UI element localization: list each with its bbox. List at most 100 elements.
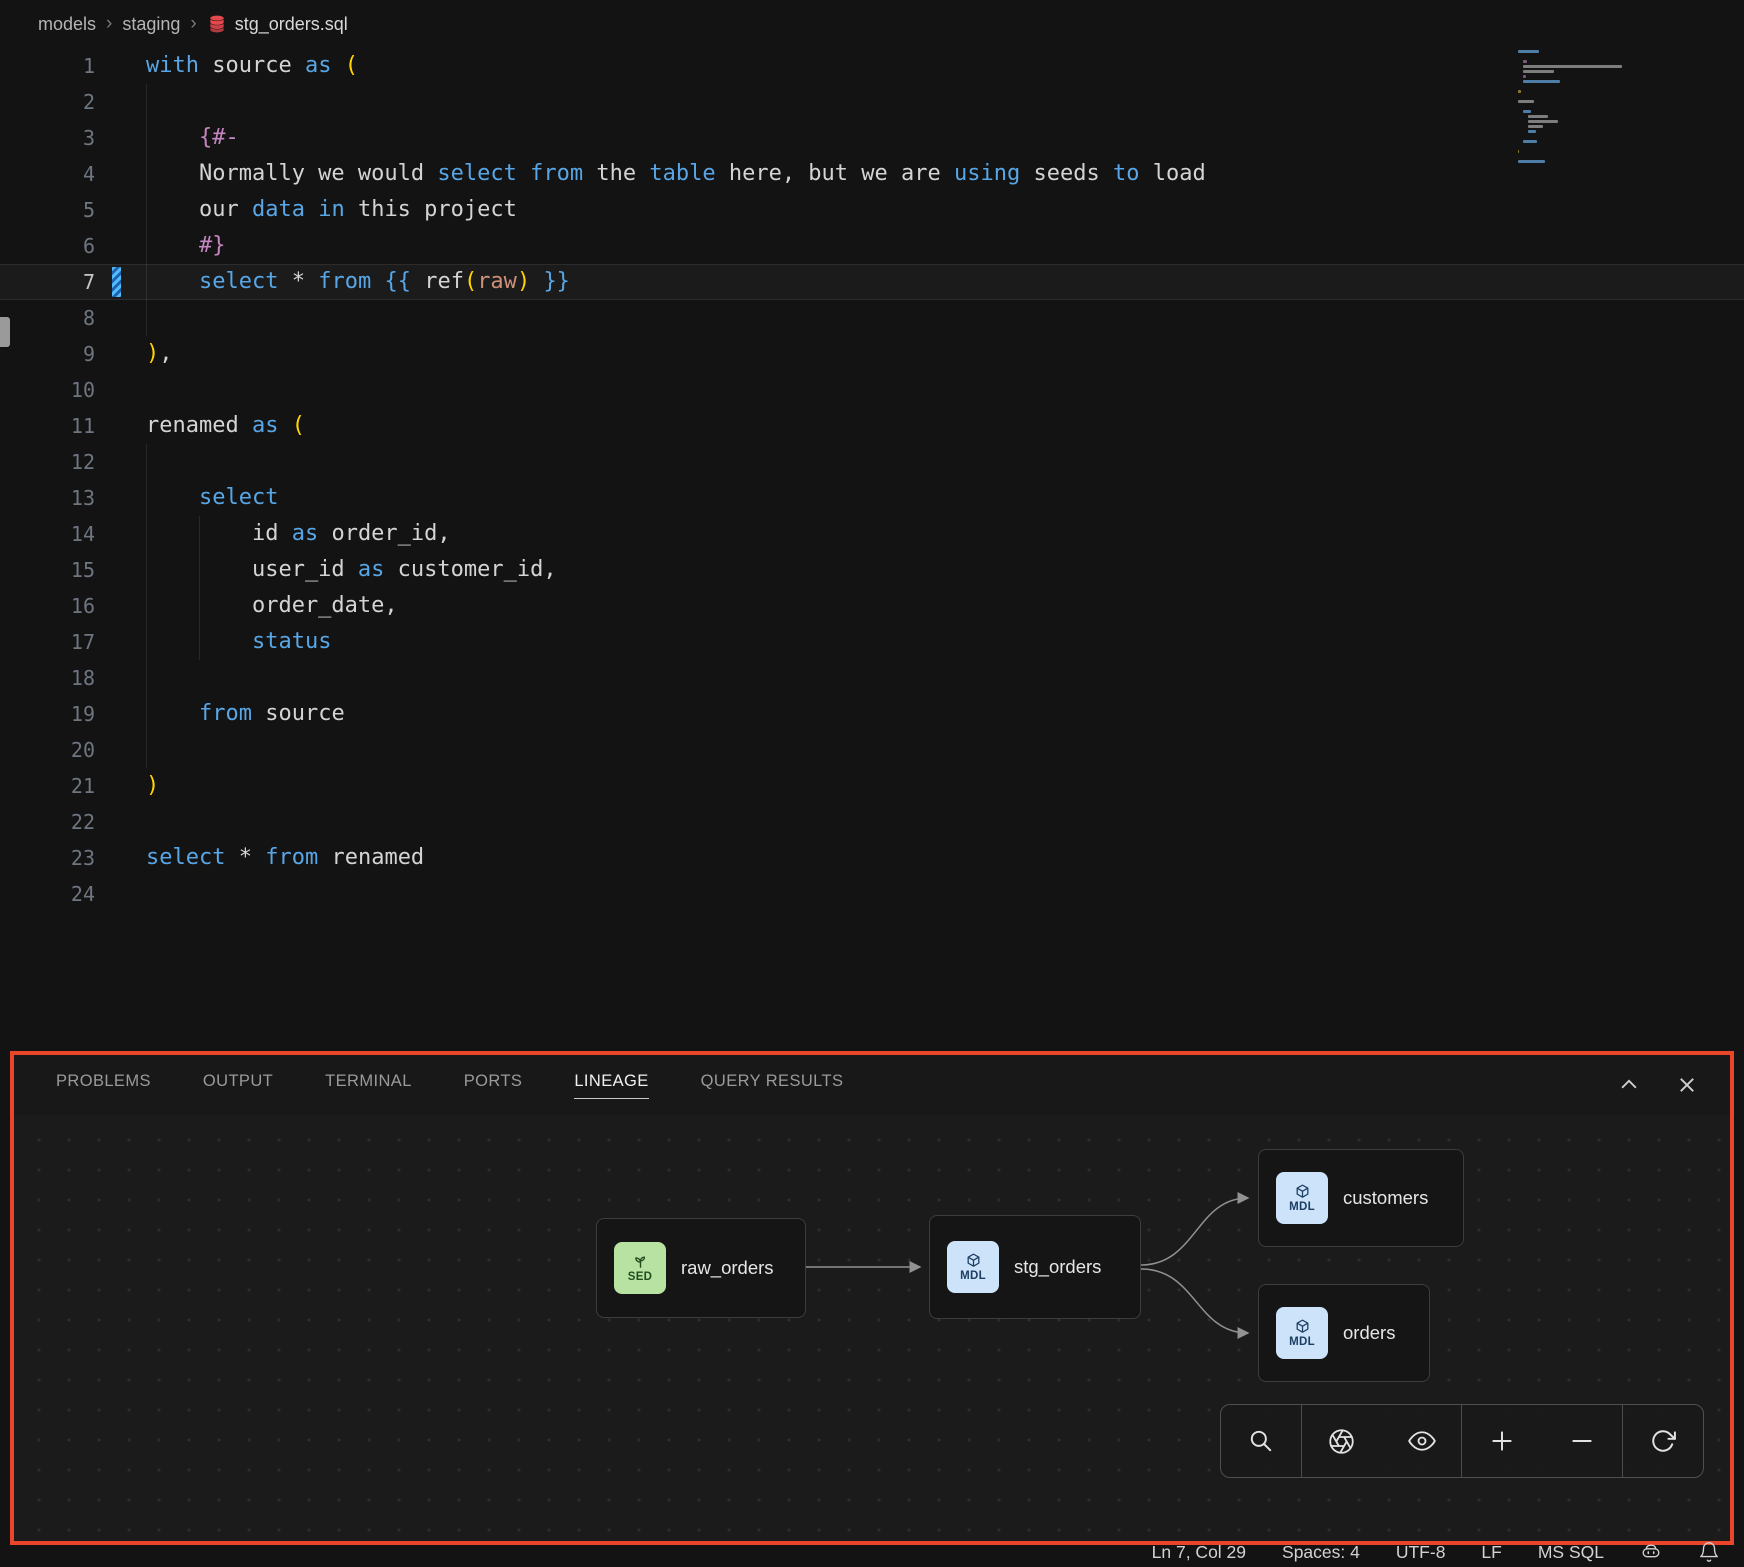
line-number[interactable]: 22 xyxy=(0,804,95,840)
code-text: with source as ( xyxy=(146,48,358,84)
lineage-node-raw-orders[interactable]: SED raw_orders xyxy=(596,1218,806,1318)
code-line[interactable]: 22 xyxy=(0,804,1744,840)
tab-lineage[interactable]: LINEAGE xyxy=(574,1072,648,1099)
status-cursor-position[interactable]: Ln 7, Col 29 xyxy=(1152,1542,1246,1563)
model-badge: MDL xyxy=(947,1241,999,1293)
lineage-node-orders[interactable]: MDL orders xyxy=(1258,1284,1430,1382)
code-line[interactable]: 12 xyxy=(0,444,1744,480)
gutter-gap xyxy=(95,696,146,732)
line-number[interactable]: 6 xyxy=(0,228,95,264)
eye-icon[interactable] xyxy=(1382,1405,1462,1477)
line-number[interactable]: 2 xyxy=(0,84,95,120)
code-line[interactable]: 15 user_id as customer_id, xyxy=(0,552,1744,588)
lineage-node-stg-orders[interactable]: MDL stg_orders xyxy=(929,1215,1141,1319)
code-text: select xyxy=(146,480,278,516)
close-panel-icon[interactable] xyxy=(1676,1074,1698,1096)
line-number[interactable]: 4 xyxy=(0,156,95,192)
line-number[interactable]: 5 xyxy=(0,192,95,228)
code-line[interactable]: 10 xyxy=(0,372,1744,408)
tab-output[interactable]: OUTPUT xyxy=(203,1072,273,1099)
line-number[interactable]: 23 xyxy=(0,840,95,876)
code-line[interactable]: 23select * from renamed xyxy=(0,840,1744,876)
code-line[interactable]: 8 xyxy=(0,300,1744,336)
breadcrumb-models[interactable]: models xyxy=(38,14,96,35)
modified-line-indicator xyxy=(112,267,121,297)
tab-ports[interactable]: PORTS xyxy=(464,1072,523,1099)
indent-guide xyxy=(146,444,147,768)
code-line[interactable]: 19 from source xyxy=(0,696,1744,732)
gutter-gap xyxy=(95,768,146,804)
breadcrumb-file[interactable]: stg_orders.sql xyxy=(207,14,348,35)
code-text: id as order_id, xyxy=(146,516,451,552)
gutter-gap xyxy=(95,120,146,156)
code-line[interactable]: 3 {#- xyxy=(0,120,1744,156)
tab-problems[interactable]: PROBLEMS xyxy=(56,1072,151,1099)
tab-terminal[interactable]: TERMINAL xyxy=(325,1072,412,1099)
minimap-line xyxy=(1528,130,1536,133)
status-eol[interactable]: LF xyxy=(1481,1542,1501,1563)
code-line[interactable]: 4 Normally we would select from the tabl… xyxy=(0,156,1744,192)
node-label: raw_orders xyxy=(681,1257,774,1279)
line-number[interactable]: 12 xyxy=(0,444,95,480)
code-line[interactable]: 17 status xyxy=(0,624,1744,660)
code-line[interactable]: 13 select xyxy=(0,480,1744,516)
code-line[interactable]: 16 order_date, xyxy=(0,588,1744,624)
line-number[interactable]: 24 xyxy=(0,876,95,912)
code-line[interactable]: 21) xyxy=(0,768,1744,804)
editor[interactable]: 1 with source as ( 23 {#-4 Normally we wou… xyxy=(0,48,1744,948)
tab-query-results[interactable]: QUERY RESULTS xyxy=(701,1072,844,1099)
line-number[interactable]: 14 xyxy=(0,516,95,552)
line-number[interactable]: 7 xyxy=(0,264,95,300)
code-line[interactable]: 9), xyxy=(0,336,1744,372)
left-edge-handle[interactable] xyxy=(0,317,10,347)
line-number[interactable]: 19 xyxy=(0,696,95,732)
zoom-out-icon[interactable] xyxy=(1542,1405,1622,1477)
cube-icon xyxy=(965,1252,982,1269)
code-line[interactable]: 7 select * from {{ ref(raw) }} xyxy=(0,264,1744,300)
line-number[interactable]: 13 xyxy=(0,480,95,516)
line-number[interactable]: 8 xyxy=(0,300,95,336)
line-number[interactable]: 21 xyxy=(0,768,95,804)
aperture-icon[interactable] xyxy=(1301,1405,1382,1477)
lineage-toolbar xyxy=(1220,1404,1704,1478)
line-number[interactable]: 16 xyxy=(0,588,95,624)
line-number[interactable]: 3 xyxy=(0,120,95,156)
code-line[interactable]: 24 xyxy=(0,876,1744,912)
line-number[interactable]: 11 xyxy=(0,408,95,444)
collapse-panel-icon[interactable] xyxy=(1618,1074,1640,1096)
refresh-icon[interactable] xyxy=(1622,1405,1703,1477)
code-line[interactable]: 2 xyxy=(0,84,1744,120)
gutter-gap xyxy=(95,804,146,840)
zoom-in-icon[interactable] xyxy=(1461,1405,1542,1477)
line-number[interactable]: 1 xyxy=(0,48,95,84)
code-line[interactable]: 14 id as order_id, xyxy=(0,516,1744,552)
line-number[interactable]: 20 xyxy=(0,732,95,768)
code-line[interactable]: 11renamed as ( xyxy=(0,408,1744,444)
minimap-line xyxy=(1523,140,1537,143)
vscode-window: models › staging › stg_orders.sql 1with … xyxy=(0,0,1744,1567)
minimap-line xyxy=(1528,120,1558,123)
bell-icon[interactable] xyxy=(1698,1541,1720,1563)
line-number[interactable]: 9 xyxy=(0,336,95,372)
minimap[interactable] xyxy=(1518,50,1694,170)
chevron-right-icon: › xyxy=(190,13,196,35)
code-line[interactable]: 5 our data in this project xyxy=(0,192,1744,228)
status-language-mode[interactable]: MS SQL xyxy=(1538,1542,1604,1563)
code-line[interactable]: 18 xyxy=(0,660,1744,696)
code-line[interactable]: 20 xyxy=(0,732,1744,768)
status-encoding[interactable]: UTF-8 xyxy=(1396,1542,1446,1563)
code-line[interactable]: 6 #} xyxy=(0,228,1744,264)
lineage-node-customers[interactable]: MDL customers xyxy=(1258,1149,1464,1247)
line-number[interactable]: 17 xyxy=(0,624,95,660)
line-number[interactable]: 10 xyxy=(0,372,95,408)
cube-icon xyxy=(1294,1183,1311,1200)
status-indentation[interactable]: Spaces: 4 xyxy=(1282,1542,1360,1563)
search-icon[interactable] xyxy=(1221,1405,1301,1477)
lineage-canvas[interactable]: SED raw_orders MDL stg_orders xyxy=(14,1115,1730,1541)
copilot-icon[interactable] xyxy=(1640,1541,1662,1563)
line-number[interactable]: 18 xyxy=(0,660,95,696)
gutter-gap xyxy=(95,732,146,768)
line-number[interactable]: 15 xyxy=(0,552,95,588)
code-line[interactable]: 1 with source as ( xyxy=(0,48,1744,84)
breadcrumb-staging[interactable]: staging xyxy=(122,14,180,35)
